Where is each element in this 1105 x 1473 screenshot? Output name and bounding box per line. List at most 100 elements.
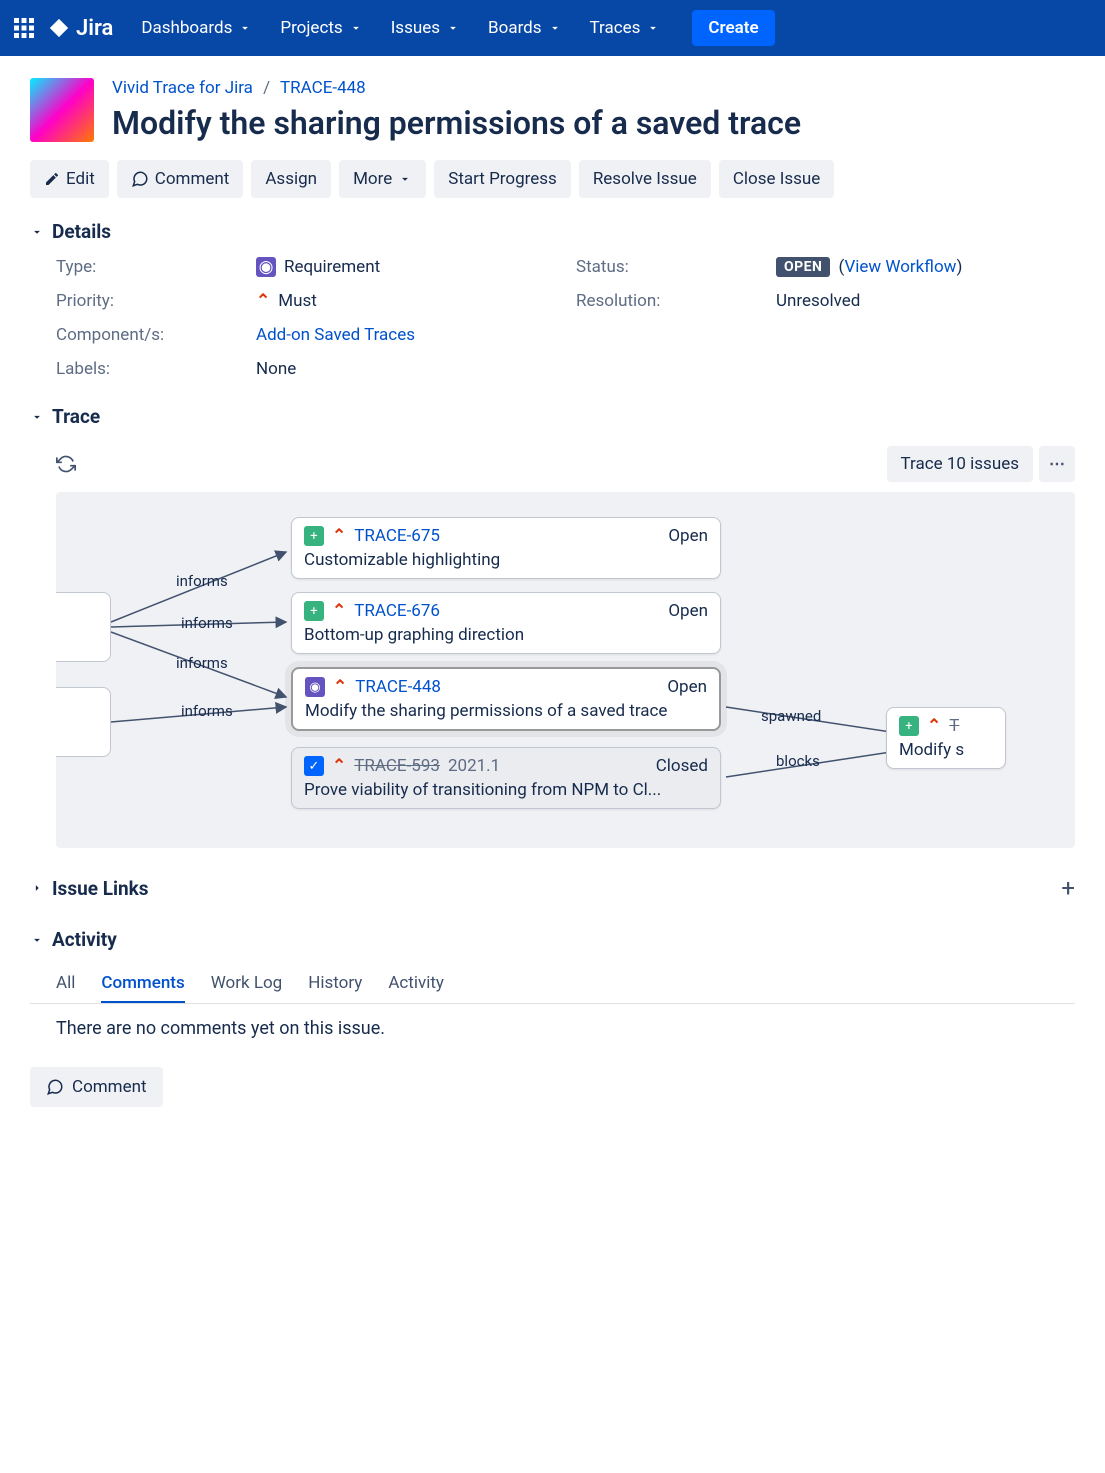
- node-title: Bottom-up graphing direction: [304, 625, 708, 645]
- activity-header[interactable]: Activity: [30, 928, 1075, 951]
- node-title: Prove viability of transitioning from NP…: [304, 780, 708, 800]
- node-title: Modify the sharing permissions of a save…: [305, 701, 707, 721]
- node-status: Closed: [656, 756, 708, 776]
- chevron-down-icon: [238, 21, 252, 35]
- node-status: Open: [667, 677, 707, 697]
- assign-button[interactable]: Assign: [251, 160, 331, 198]
- nav-issues[interactable]: Issues: [381, 10, 470, 46]
- components-label: Component/s:: [56, 325, 256, 345]
- trace-count[interactable]: Trace 10 issues: [887, 446, 1034, 482]
- labels-label: Labels:: [56, 359, 256, 379]
- feature-icon: +: [304, 526, 324, 546]
- node-version: 2021.1: [448, 756, 500, 776]
- type-value: ◉ Requirement: [256, 257, 576, 277]
- pencil-icon: [44, 171, 60, 187]
- node-status: Open: [668, 601, 708, 621]
- priority-icon: ⌃: [332, 526, 346, 546]
- chevron-down-icon: [446, 21, 460, 35]
- details-section: Details Type: ◉ Requirement Status: OPEN…: [30, 220, 1075, 379]
- labels-value: None: [256, 359, 576, 379]
- jira-icon: [48, 17, 70, 39]
- chevron-down-icon: [398, 172, 412, 186]
- top-navigation: Jira Dashboards Projects Issues Boards T…: [0, 0, 1105, 56]
- comment-button[interactable]: Comment: [117, 160, 244, 198]
- jira-logo[interactable]: Jira: [48, 16, 113, 41]
- more-button[interactable]: More: [339, 160, 426, 198]
- comment-icon: [46, 1078, 64, 1096]
- node-key[interactable]: T: [949, 716, 959, 736]
- tab-history[interactable]: History: [308, 965, 362, 1003]
- add-link-button[interactable]: +: [1061, 874, 1075, 902]
- trace-section: Trace Trace 10 issues ⋯ informs inform: [30, 405, 1075, 848]
- comment-icon: [131, 170, 149, 188]
- trace-node-offscreen[interactable]: [56, 592, 111, 662]
- activity-section: Activity All Comments Work Log History A…: [30, 928, 1075, 1107]
- trace-more-menu[interactable]: ⋯: [1039, 446, 1075, 482]
- breadcrumb-project[interactable]: Vivid Trace for Jira: [112, 78, 253, 98]
- requirement-icon: ◉: [305, 677, 325, 697]
- feature-icon: +: [899, 716, 919, 736]
- nav-boards[interactable]: Boards: [478, 10, 572, 46]
- nav-traces[interactable]: Traces: [580, 10, 671, 46]
- trace-header[interactable]: Trace: [30, 405, 1075, 428]
- edge-label: informs: [181, 702, 233, 720]
- chevron-down-icon: [548, 21, 562, 35]
- create-button[interactable]: Create: [692, 10, 774, 46]
- tab-activity[interactable]: Activity: [388, 965, 444, 1003]
- status-badge: OPEN: [776, 257, 830, 277]
- activity-tabs: All Comments Work Log History Activity: [30, 965, 1075, 1004]
- nav-dashboards[interactable]: Dashboards: [131, 10, 262, 46]
- edge-label: informs: [176, 572, 228, 590]
- nav-projects[interactable]: Projects: [270, 10, 372, 46]
- tab-worklog[interactable]: Work Log: [211, 965, 283, 1003]
- trace-node-offscreen[interactable]: + ⌃ T Modify s: [886, 707, 1006, 769]
- action-bar: Edit Comment Assign More Start Progress …: [30, 160, 1075, 198]
- resolve-issue-button[interactable]: Resolve Issue: [579, 160, 711, 198]
- feature-icon: +: [304, 601, 324, 621]
- node-key[interactable]: TRACE-448: [355, 677, 441, 697]
- tab-all[interactable]: All: [56, 965, 75, 1003]
- trace-node-current[interactable]: ◉ ⌃ TRACE-448 Open Modify the sharing pe…: [291, 667, 721, 731]
- priority-icon: ⌃: [332, 601, 346, 621]
- project-avatar: [30, 78, 94, 142]
- close-issue-button[interactable]: Close Issue: [719, 160, 834, 198]
- view-workflow-link[interactable]: View Workflow: [844, 257, 956, 277]
- refresh-icon[interactable]: [56, 454, 76, 474]
- chevron-down-icon: [646, 21, 660, 35]
- chevron-down-icon: [30, 225, 44, 239]
- tab-comments[interactable]: Comments: [101, 965, 184, 1003]
- trace-node[interactable]: + ⌃ TRACE-675 Open Customizable highligh…: [291, 517, 721, 579]
- breadcrumb-sep: /: [263, 78, 270, 98]
- node-key[interactable]: TRACE-675: [354, 526, 440, 546]
- apps-menu-icon[interactable]: [12, 16, 36, 40]
- breadcrumb-issue-key[interactable]: TRACE-448: [280, 78, 366, 98]
- issue-links-header[interactable]: Issue Links: [30, 877, 149, 900]
- task-icon: ✓: [304, 756, 324, 776]
- edit-button[interactable]: Edit: [30, 160, 109, 198]
- component-link[interactable]: Add-on Saved Traces: [256, 325, 415, 345]
- trace-node-offscreen[interactable]: [56, 687, 111, 757]
- priority-must-icon: ⌃: [256, 291, 270, 311]
- node-title: Modify s: [899, 740, 993, 760]
- trace-node[interactable]: ✓ ⌃ TRACE-593 2021.1 Closed Prove viabil…: [291, 747, 721, 809]
- chevron-down-icon: [30, 933, 44, 947]
- resolution-value: Unresolved: [776, 291, 1096, 311]
- edge-label: blocks: [776, 752, 820, 770]
- add-comment-button[interactable]: Comment: [30, 1067, 163, 1107]
- node-key[interactable]: TRACE-593: [354, 756, 440, 776]
- priority-label: Priority:: [56, 291, 256, 311]
- trace-graph[interactable]: informs informs informs informs spawned …: [56, 492, 1075, 848]
- priority-icon: ⌃: [927, 716, 941, 736]
- status-label: Status:: [576, 257, 776, 277]
- trace-node[interactable]: + ⌃ TRACE-676 Open Bottom-up graphing di…: [291, 592, 721, 654]
- node-title: Customizable highlighting: [304, 550, 708, 570]
- breadcrumb: Vivid Trace for Jira / TRACE-448: [112, 78, 801, 98]
- chevron-right-icon: [30, 881, 44, 895]
- details-header[interactable]: Details: [30, 220, 1075, 243]
- type-label: Type:: [56, 257, 256, 277]
- node-key[interactable]: TRACE-676: [354, 601, 440, 621]
- issue-header: Vivid Trace for Jira / TRACE-448 Modify …: [30, 78, 1075, 142]
- logo-text: Jira: [76, 16, 113, 41]
- components-value: Add-on Saved Traces: [256, 325, 576, 345]
- start-progress-button[interactable]: Start Progress: [434, 160, 571, 198]
